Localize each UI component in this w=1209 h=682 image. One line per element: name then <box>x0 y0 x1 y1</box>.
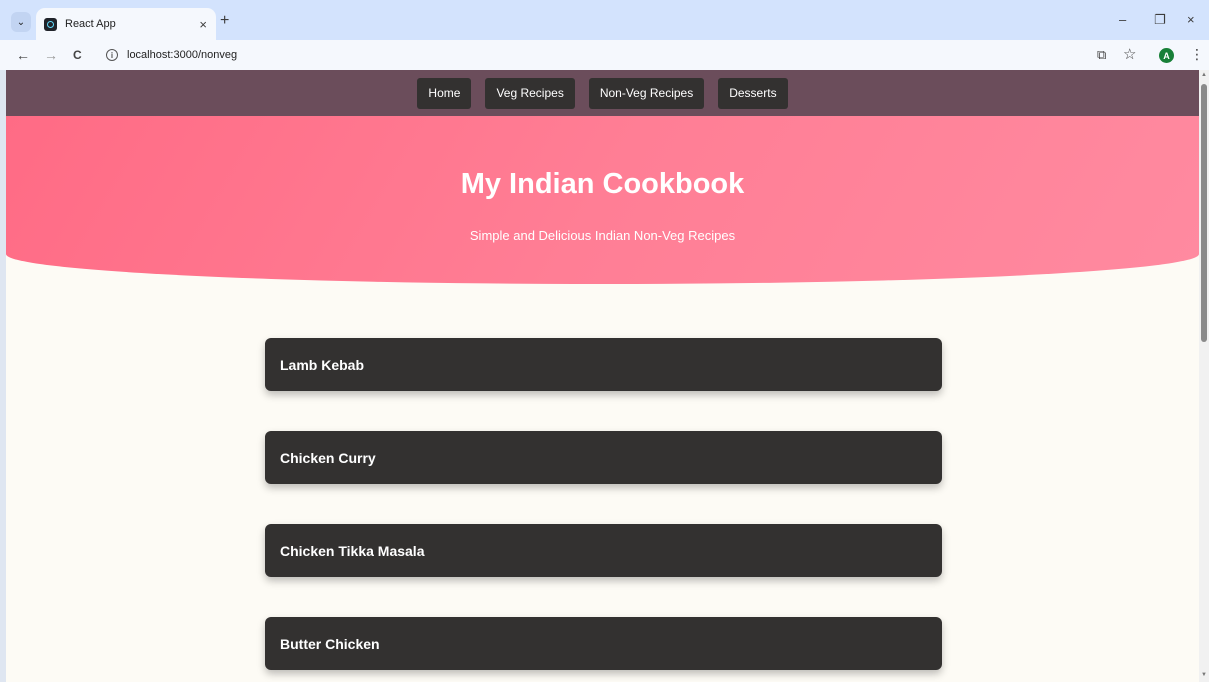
info-icon[interactable]: i <box>106 49 118 61</box>
recipe-title: Lamb Kebab <box>280 356 365 373</box>
minimize-button[interactable]: – <box>1119 12 1126 27</box>
page-subtitle: Simple and Delicious Indian Non-Veg Reci… <box>469 228 736 243</box>
close-window-button[interactable]: × <box>1187 12 1195 27</box>
scroll-down-arrow-icon[interactable]: ▼ <box>1201 672 1207 678</box>
recipe-title: Butter Chicken <box>280 635 380 652</box>
recipe-title: Chicken Curry <box>280 449 376 466</box>
tab-strip: ⌄ React App × + – ❐ × <box>0 0 1209 40</box>
tab-search-icon[interactable]: ⌄ <box>11 12 31 32</box>
nav-non-veg-recipes[interactable]: Non-Veg Recipes <box>588 77 705 109</box>
profile-avatar[interactable]: A <box>1159 48 1174 63</box>
scroll-up-arrow-icon[interactable]: ▲ <box>1201 72 1207 78</box>
kebab-menu-icon[interactable]: ⋮ <box>1190 46 1204 63</box>
recipe-card-lamb-kebab[interactable]: Lamb Kebab <box>265 338 942 391</box>
nav-home[interactable]: Home <box>417 77 472 109</box>
recipe-card-butter-chicken[interactable]: Butter Chicken <box>265 617 942 670</box>
page-viewport: Home Veg Recipes Non-Veg Recipes Dessert… <box>6 70 1199 682</box>
recipe-title: Chicken Tikka Masala <box>280 542 425 559</box>
page-title: My Indian Cookbook <box>460 168 745 200</box>
reload-button[interactable]: C <box>73 46 82 64</box>
recipe-card-chicken-curry[interactable]: Chicken Curry <box>265 431 942 484</box>
browser-tab[interactable]: React App × <box>36 8 216 40</box>
recipe-card-chicken-tikka-masala[interactable]: Chicken Tikka Masala <box>265 524 942 577</box>
hero-banner: My Indian Cookbook Simple and Delicious … <box>6 116 1199 284</box>
bookmark-star-icon[interactable]: ☆ <box>1123 45 1136 63</box>
tab-title: React App <box>65 18 116 30</box>
forward-button[interactable]: → <box>44 46 58 64</box>
address-bar[interactable]: i localhost:3000/nonveg <box>98 43 1148 67</box>
restore-button[interactable]: ❐ <box>1154 12 1166 28</box>
top-navbar: Home Veg Recipes Non-Veg Recipes Dessert… <box>6 70 1199 116</box>
nav-veg-recipes[interactable]: Veg Recipes <box>485 77 575 109</box>
browser-toolbar: ← → C i localhost:3000/nonveg ⧉ ☆ <box>0 40 1209 70</box>
cast-icon[interactable]: ⧉ <box>1097 47 1106 63</box>
scrollbar-thumb[interactable] <box>1201 84 1207 342</box>
nav-desserts[interactable]: Desserts <box>718 77 788 109</box>
new-tab-button[interactable]: + <box>220 12 229 30</box>
react-icon <box>44 17 57 31</box>
back-button[interactable]: ← <box>16 46 30 64</box>
close-tab-icon[interactable]: × <box>199 17 207 32</box>
url-text[interactable]: localhost:3000/nonveg <box>127 49 237 61</box>
